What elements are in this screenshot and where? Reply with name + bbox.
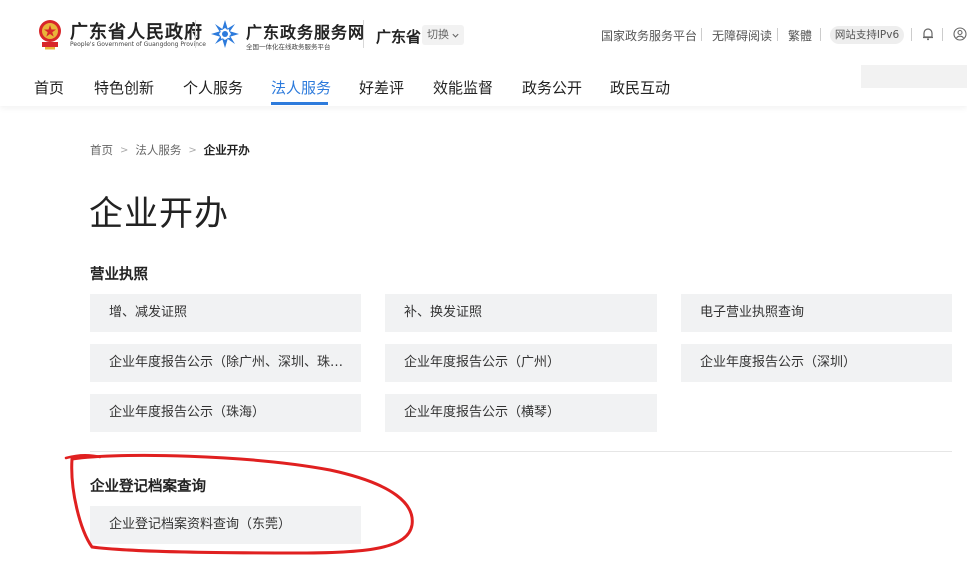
- breadcrumb-current: 企业开办: [203, 143, 250, 157]
- service-card[interactable]: 企业年度报告公示（深圳）: [681, 344, 952, 382]
- service-logo-icon[interactable]: [210, 19, 240, 49]
- link-separator: [820, 28, 821, 41]
- link-separator: [942, 28, 943, 41]
- national-platform-link[interactable]: 国家政务服务平台: [601, 27, 697, 44]
- link-separator: [777, 28, 778, 41]
- service-name[interactable]: 广东政务服务网: [246, 19, 365, 43]
- service-card[interactable]: 企业年度报告公示（广州）: [385, 344, 657, 382]
- breadcrumb-separator-icon: >: [120, 144, 129, 156]
- province-label: 广东省: [376, 28, 422, 46]
- nav-corporate-services[interactable]: 法人服务: [271, 77, 331, 98]
- breadcrumb: 首页 > 法人服务 > 企业开办: [90, 142, 250, 158]
- breadcrumb-corporate[interactable]: 法人服务: [135, 142, 181, 158]
- breadcrumb-separator-icon: >: [188, 144, 197, 156]
- section-title-business-license: 营业执照: [90, 267, 148, 283]
- active-tab-indicator: [271, 102, 328, 105]
- chevron-down-icon: [452, 33, 459, 38]
- service-card[interactable]: 企业登记档案资料查询（东莞）: [90, 506, 361, 544]
- nav-supervision[interactable]: 效能监督: [433, 77, 493, 98]
- service-card[interactable]: 电子营业执照查询: [681, 294, 952, 332]
- site-header: 广东省人民政府 People's Government of Guangdong…: [0, 0, 967, 106]
- gov-subtitle: People's Government of Guangdong Provinc…: [70, 41, 206, 48]
- page-title: 企业开办: [89, 194, 229, 234]
- nav-public-affairs[interactable]: 政务公开: [522, 77, 582, 98]
- bell-icon[interactable]: [921, 27, 935, 41]
- region-switch-button[interactable]: 切换: [422, 25, 464, 45]
- switch-label: 切换: [427, 28, 449, 41]
- service-subtitle: 全国一体化在线政务服务平台: [246, 43, 331, 51]
- search-input[interactable]: [861, 65, 967, 88]
- nav-featured[interactable]: 特色创新: [94, 77, 154, 98]
- section-divider: [90, 451, 952, 452]
- breadcrumb-home[interactable]: 首页: [90, 142, 113, 158]
- service-card[interactable]: 企业年度报告公示（珠海）: [90, 394, 361, 432]
- service-card[interactable]: 企业年度报告公示（除广州、深圳、珠…: [90, 344, 361, 382]
- ipv6-badge: 网站支持IPv6: [830, 26, 904, 44]
- service-card[interactable]: 增、减发证照: [90, 294, 361, 332]
- accessibility-link[interactable]: 无障碍阅读: [712, 27, 772, 44]
- nav-review[interactable]: 好差评: [359, 77, 404, 98]
- header-divider: [195, 20, 196, 48]
- service-card[interactable]: 企业年度报告公示（横琴）: [385, 394, 657, 432]
- traditional-chinese-link[interactable]: 繁體: [788, 27, 812, 44]
- nav-home[interactable]: 首页: [34, 77, 64, 98]
- link-separator: [911, 28, 912, 41]
- emblem-icon[interactable]: [36, 18, 64, 50]
- nav-personal-services[interactable]: 个人服务: [183, 77, 243, 98]
- section-title-archive-query: 企业登记档案查询: [90, 479, 206, 495]
- header-divider: [363, 20, 364, 48]
- user-icon[interactable]: [953, 27, 967, 41]
- service-card[interactable]: 补、换发证照: [385, 294, 657, 332]
- nav-interaction[interactable]: 政民互动: [610, 77, 670, 98]
- link-separator: [701, 28, 702, 41]
